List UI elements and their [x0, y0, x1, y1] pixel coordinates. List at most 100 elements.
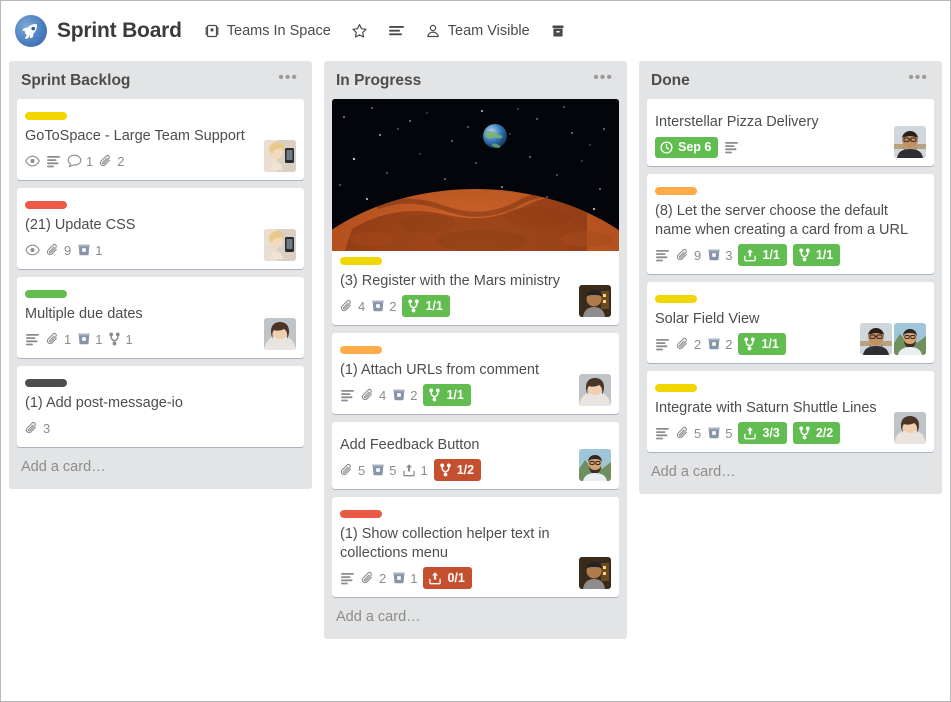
attachment-icon: [46, 243, 60, 257]
badge-jira-issue: 1: [392, 571, 417, 585]
board-lists: Sprint Backlog ••• GoToSpace - Large Team …: [1, 61, 950, 701]
badge-jira-issue: 1: [77, 243, 102, 257]
board-card[interactable]: (3) Register with the Mars ministry 421/1: [332, 99, 619, 325]
list-menu-button[interactable]: •••: [906, 75, 930, 87]
board-card[interactable]: Solar Field View221/1: [647, 282, 934, 363]
eye-icon: [25, 155, 40, 167]
badge-deploy: 1/1: [738, 244, 786, 266]
board-card[interactable]: GoToSpace - Large Team Support12: [17, 99, 304, 180]
list-title[interactable]: In Progress: [336, 72, 421, 90]
card-label[interactable]: [655, 187, 697, 195]
badge-eye: [25, 155, 40, 167]
clock-icon: [660, 141, 673, 154]
badge-description: [724, 141, 739, 154]
avatar[interactable]: [264, 140, 296, 172]
badge-deploy: 3/3: [738, 422, 786, 444]
activity-button[interactable]: [388, 24, 405, 39]
card-badges: 421/1: [340, 384, 611, 406]
card-label[interactable]: [340, 257, 382, 265]
add-card-button[interactable]: Add a card…: [639, 452, 942, 490]
avatar[interactable]: [860, 323, 892, 355]
list-title[interactable]: Sprint Backlog: [21, 72, 130, 90]
badge-jira-issue: 2: [707, 337, 732, 351]
card-label[interactable]: [25, 112, 67, 120]
board-card[interactable]: (1) Add post-message-io3: [17, 366, 304, 447]
add-card-button[interactable]: Add a card…: [324, 597, 627, 635]
card-title: (3) Register with the Mars ministry: [340, 272, 611, 291]
jira-issue-icon: [707, 248, 721, 262]
card-members: [894, 412, 926, 444]
board-card[interactable]: Interstellar Pizza DeliverySep 6: [647, 99, 934, 166]
badge-text: 1/1: [762, 249, 779, 262]
badge-jira-issue: 5: [707, 426, 732, 440]
avatar[interactable]: [579, 285, 611, 317]
branch-icon: [108, 332, 121, 346]
jira-issue-icon: [371, 463, 385, 477]
badge-attachment: 9: [46, 243, 71, 257]
jira-issue-icon: [707, 337, 721, 351]
branch-icon: [407, 299, 420, 313]
card-members: [579, 557, 611, 589]
avatar[interactable]: [264, 229, 296, 261]
card-label[interactable]: [25, 379, 67, 387]
add-card-button[interactable]: Add a card…: [9, 447, 312, 485]
badge-attachment: 5: [676, 426, 701, 440]
badge-branch: 1/1: [402, 295, 449, 317]
team-name-label: Teams In Space: [227, 23, 331, 39]
branch-icon: [743, 337, 756, 351]
avatar[interactable]: [894, 412, 926, 444]
board-card[interactable]: (1) Show collection helper text in colle…: [332, 497, 619, 597]
star-button[interactable]: [351, 23, 368, 40]
card-title: (21) Update CSS: [25, 216, 296, 235]
avatar[interactable]: [579, 557, 611, 589]
avatar[interactable]: [579, 449, 611, 481]
card-label[interactable]: [655, 295, 697, 303]
list-column: In Progress •••: [324, 61, 627, 639]
card-badges: Sep 6: [655, 136, 926, 158]
board-card[interactable]: (21) Update CSS 91: [17, 188, 304, 269]
card-label[interactable]: [655, 384, 697, 392]
avatar[interactable]: [894, 323, 926, 355]
attachment-icon: [340, 463, 354, 477]
team-name-item[interactable]: Teams In Space: [204, 23, 331, 39]
list-menu-button[interactable]: •••: [276, 75, 300, 87]
badge-text: 3: [43, 422, 50, 435]
badge-branch: 1/1: [738, 333, 785, 355]
badge-attachment: 5: [340, 463, 365, 477]
badge-text: 1/1: [761, 338, 778, 351]
archive-button[interactable]: [550, 23, 566, 39]
attachment-icon: [361, 571, 375, 585]
list-menu-button[interactable]: •••: [591, 75, 615, 87]
board-card[interactable]: (8) Let the server choose the default na…: [647, 174, 934, 274]
board-card[interactable]: Multiple due dates111: [17, 277, 304, 358]
badge-text: 2: [694, 338, 701, 351]
card-label[interactable]: [340, 510, 382, 518]
board-card[interactable]: (1) Attach URLs from comment421/1: [332, 333, 619, 414]
visibility-item[interactable]: Team Visible: [425, 23, 530, 39]
card-list: GoToSpace - Large Team Support12(21) Upd…: [9, 99, 312, 447]
description-icon: [25, 333, 40, 346]
attachment-icon: [676, 248, 690, 262]
avatar[interactable]: [264, 318, 296, 350]
card-badges: 91: [25, 239, 296, 261]
jira-issue-icon: [707, 426, 721, 440]
card-label[interactable]: [25, 201, 67, 209]
badge-deploy: 1: [402, 463, 427, 477]
card-label[interactable]: [340, 346, 382, 354]
list-header: In Progress •••: [324, 61, 627, 99]
list-column: Done ••• Interstellar Pizza DeliverySep 6 (…: [639, 61, 942, 494]
avatar[interactable]: [894, 126, 926, 158]
board-card[interactable]: Integrate with Saturn Shuttle Lines553/3…: [647, 371, 934, 452]
activity-lines-icon: [388, 24, 405, 39]
deploy-icon: [743, 426, 757, 440]
card-label[interactable]: [25, 290, 67, 298]
card-title: (1) Show collection helper text in colle…: [340, 525, 611, 563]
description-icon: [655, 427, 670, 440]
board-card[interactable]: Add Feedback Button5511/2: [332, 422, 619, 489]
list-title[interactable]: Done: [651, 72, 690, 90]
rocket-logo-icon[interactable]: [15, 15, 47, 47]
badge-description: [340, 572, 355, 585]
avatar[interactable]: [579, 374, 611, 406]
card-title: (8) Let the server choose the default na…: [655, 202, 926, 240]
card-badges: 421/1: [340, 295, 611, 317]
